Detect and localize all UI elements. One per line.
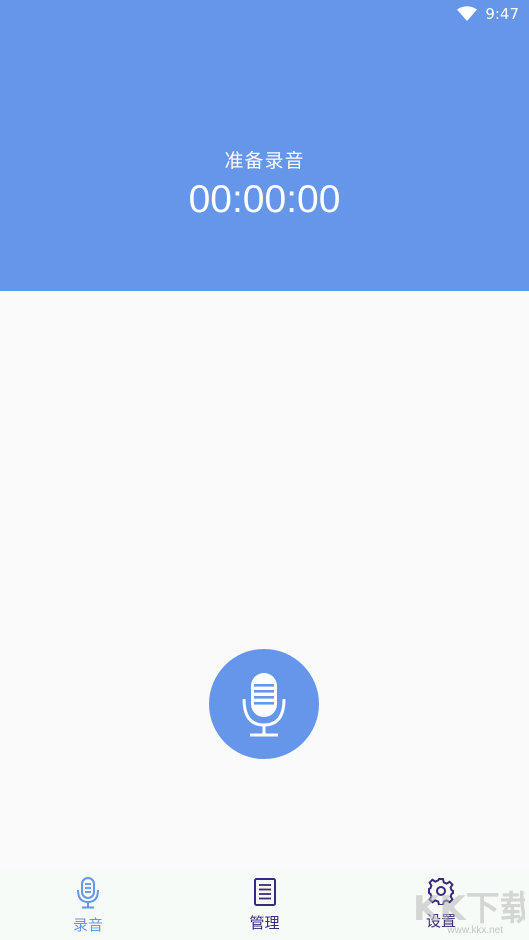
nav-label-settings: 设置 — [425, 912, 456, 930]
status-bar: 9:47 — [457, 4, 519, 24]
nav-label-manage: 管理 — [249, 914, 280, 932]
microphone-icon — [242, 673, 286, 737]
wifi-icon — [457, 6, 478, 22]
nav-item-settings[interactable]: 设置 — [353, 870, 529, 940]
record-button[interactable] — [209, 649, 319, 759]
recording-status-text: 准备录音 — [224, 150, 305, 172]
gear-icon — [428, 878, 454, 905]
status-time: 9:47 — [485, 5, 519, 23]
nav-label-record: 录音 — [72, 916, 103, 934]
microphone-icon — [77, 877, 99, 909]
document-list-icon — [253, 878, 276, 906]
bottom-navigation: 录音 管理 设置 — [0, 870, 529, 940]
nav-item-manage[interactable]: 管理 — [177, 870, 353, 940]
header-panel: 9:47 准备录音 00:00:00 — [0, 0, 529, 291]
recording-timer: 00:00:00 — [188, 178, 341, 221]
nav-item-record[interactable]: 录音 — [0, 870, 176, 940]
